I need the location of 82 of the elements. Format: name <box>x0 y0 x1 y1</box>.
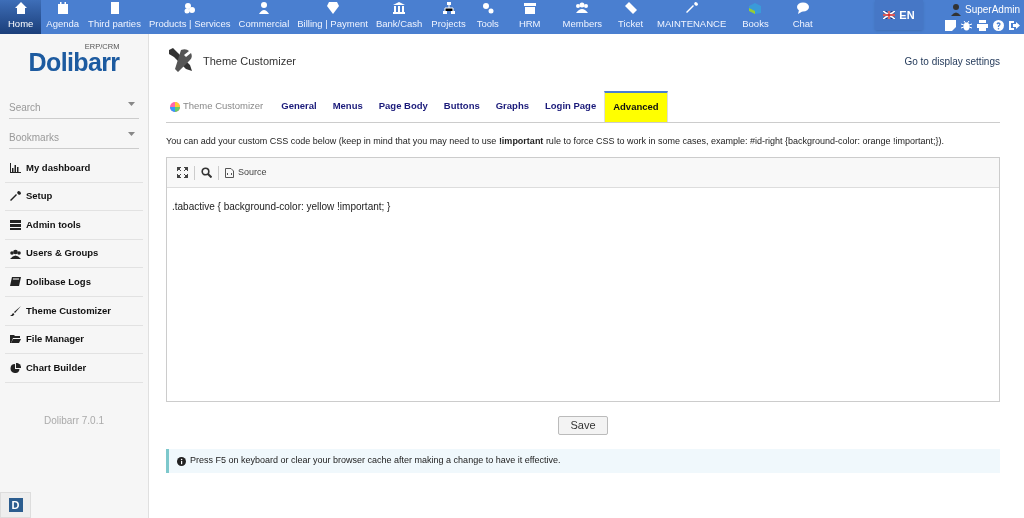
cubes-icon <box>183 2 196 15</box>
tab[interactable]: Menus <box>324 91 371 122</box>
bug-icon[interactable] <box>961 20 972 31</box>
top-menu-item[interactable]: Chat <box>778 0 827 34</box>
sidebar-item[interactable]: File Manager <box>5 325 143 355</box>
books-icon <box>749 2 762 15</box>
maximize-icon[interactable] <box>177 167 188 178</box>
logout-icon[interactable] <box>1009 20 1020 31</box>
info-text: Press F5 on keyboard or clear your browser cache after making a change to have it effective. <box>190 454 561 468</box>
user-icon <box>950 3 961 16</box>
search-icon[interactable] <box>201 167 212 178</box>
calendar-icon <box>56 2 69 15</box>
sidebar-item[interactable]: Theme Customizer <box>5 296 143 326</box>
dropdown-caret-icon[interactable] <box>128 132 135 136</box>
language-button[interactable]: EN <box>875 0 923 30</box>
info-icon <box>177 456 186 466</box>
logo[interactable]: Dolibarr <box>28 48 120 76</box>
top-menu-item[interactable]: Books <box>732 0 779 34</box>
app-badge[interactable]: D <box>0 492 31 518</box>
description-text: You can add your custom CSS code below (keep in mind that you may need to use !important rule to force CSS to work in some cases, example: #id-right {background-color: orange !important;}). <box>166 135 946 147</box>
version-text: Dolibarr 7.0.1 <box>44 414 104 426</box>
speech-bubble-icon <box>796 2 809 15</box>
module-tab[interactable]: Theme Customizer <box>166 91 274 122</box>
sidebar-item[interactable]: My dashboard <box>5 154 143 183</box>
tab[interactable]: General <box>273 91 325 122</box>
book-icon <box>10 277 21 288</box>
sidebar-item[interactable]: Chart Builder <box>5 354 143 383</box>
top-menu-item[interactable]: Commercial <box>234 0 294 34</box>
help-icon[interactable] <box>993 20 1004 31</box>
diamond-icon <box>326 2 339 15</box>
source-button[interactable]: Source <box>225 165 267 180</box>
sidebar-item[interactable]: Admin tools <box>5 211 143 240</box>
tools-icon <box>166 48 194 74</box>
sidebar-item[interactable]: Dolibase Logs <box>5 268 143 297</box>
top-menu-item[interactable]: Bank/Cash <box>371 0 427 34</box>
home-icon <box>14 2 27 15</box>
brush-icon <box>10 305 21 316</box>
server-icon <box>10 220 21 230</box>
dropdown-caret-icon[interactable] <box>128 102 135 106</box>
person-icon <box>257 2 270 15</box>
bank-icon <box>393 2 406 15</box>
hierarchy-icon <box>442 2 455 15</box>
wrench-icon <box>685 2 698 15</box>
ticket-icon <box>624 2 637 15</box>
css-code-text[interactable]: .tabactive { background-color: yellow !important; } <box>172 201 391 212</box>
save-button[interactable]: Save <box>558 416 608 435</box>
chart-icon <box>10 162 21 173</box>
document-icon <box>108 2 121 15</box>
top-menu-item[interactable]: Third parties <box>84 0 145 34</box>
top-menu-item[interactable]: Products | Services <box>144 0 235 34</box>
top-menu-item[interactable]: Agenda <box>41 0 85 34</box>
print-icon[interactable] <box>977 20 988 31</box>
people-icon <box>10 248 21 259</box>
user-name[interactable]: SuperAdmin <box>964 2 1020 17</box>
folder-icon <box>10 334 21 345</box>
tab[interactable]: Buttons <box>435 91 488 122</box>
sidebar-item[interactable]: Users & Groups <box>5 239 143 269</box>
people-icon <box>576 2 589 15</box>
tab[interactable]: Page Body <box>370 91 436 122</box>
top-menu-item[interactable]: Members <box>554 0 611 34</box>
tab[interactable]: Login Page <box>537 91 605 122</box>
top-menu-item[interactable]: HRM <box>504 0 555 34</box>
flag-icon <box>883 11 896 19</box>
top-menu-item[interactable]: MAINTENANCE <box>651 0 733 34</box>
wrench-icon <box>10 191 21 202</box>
display-settings-link[interactable]: Go to display settings <box>904 53 1000 69</box>
page-title: Theme Customizer <box>203 53 296 69</box>
search-field[interactable]: Search <box>9 97 139 119</box>
source-icon <box>225 167 234 178</box>
top-menu-item[interactable]: Ticket <box>610 0 652 34</box>
note-icon[interactable] <box>945 20 956 31</box>
pie-chart-icon <box>10 362 21 373</box>
top-menu-item[interactable]: Projects <box>426 0 471 34</box>
tab[interactable]: Advanced <box>604 91 668 122</box>
top-menu-item[interactable]: Billing | Payment <box>293 0 372 34</box>
sidebar-item[interactable]: Setup <box>5 182 143 212</box>
tab[interactable]: Graphs <box>487 91 537 122</box>
archive-box-icon <box>523 2 536 15</box>
top-menu-item[interactable]: Home <box>0 0 42 34</box>
top-menu-item[interactable]: Tools <box>470 0 505 34</box>
palette-icon <box>170 101 180 112</box>
bookmarks-field[interactable]: Bookmarks <box>9 127 139 149</box>
